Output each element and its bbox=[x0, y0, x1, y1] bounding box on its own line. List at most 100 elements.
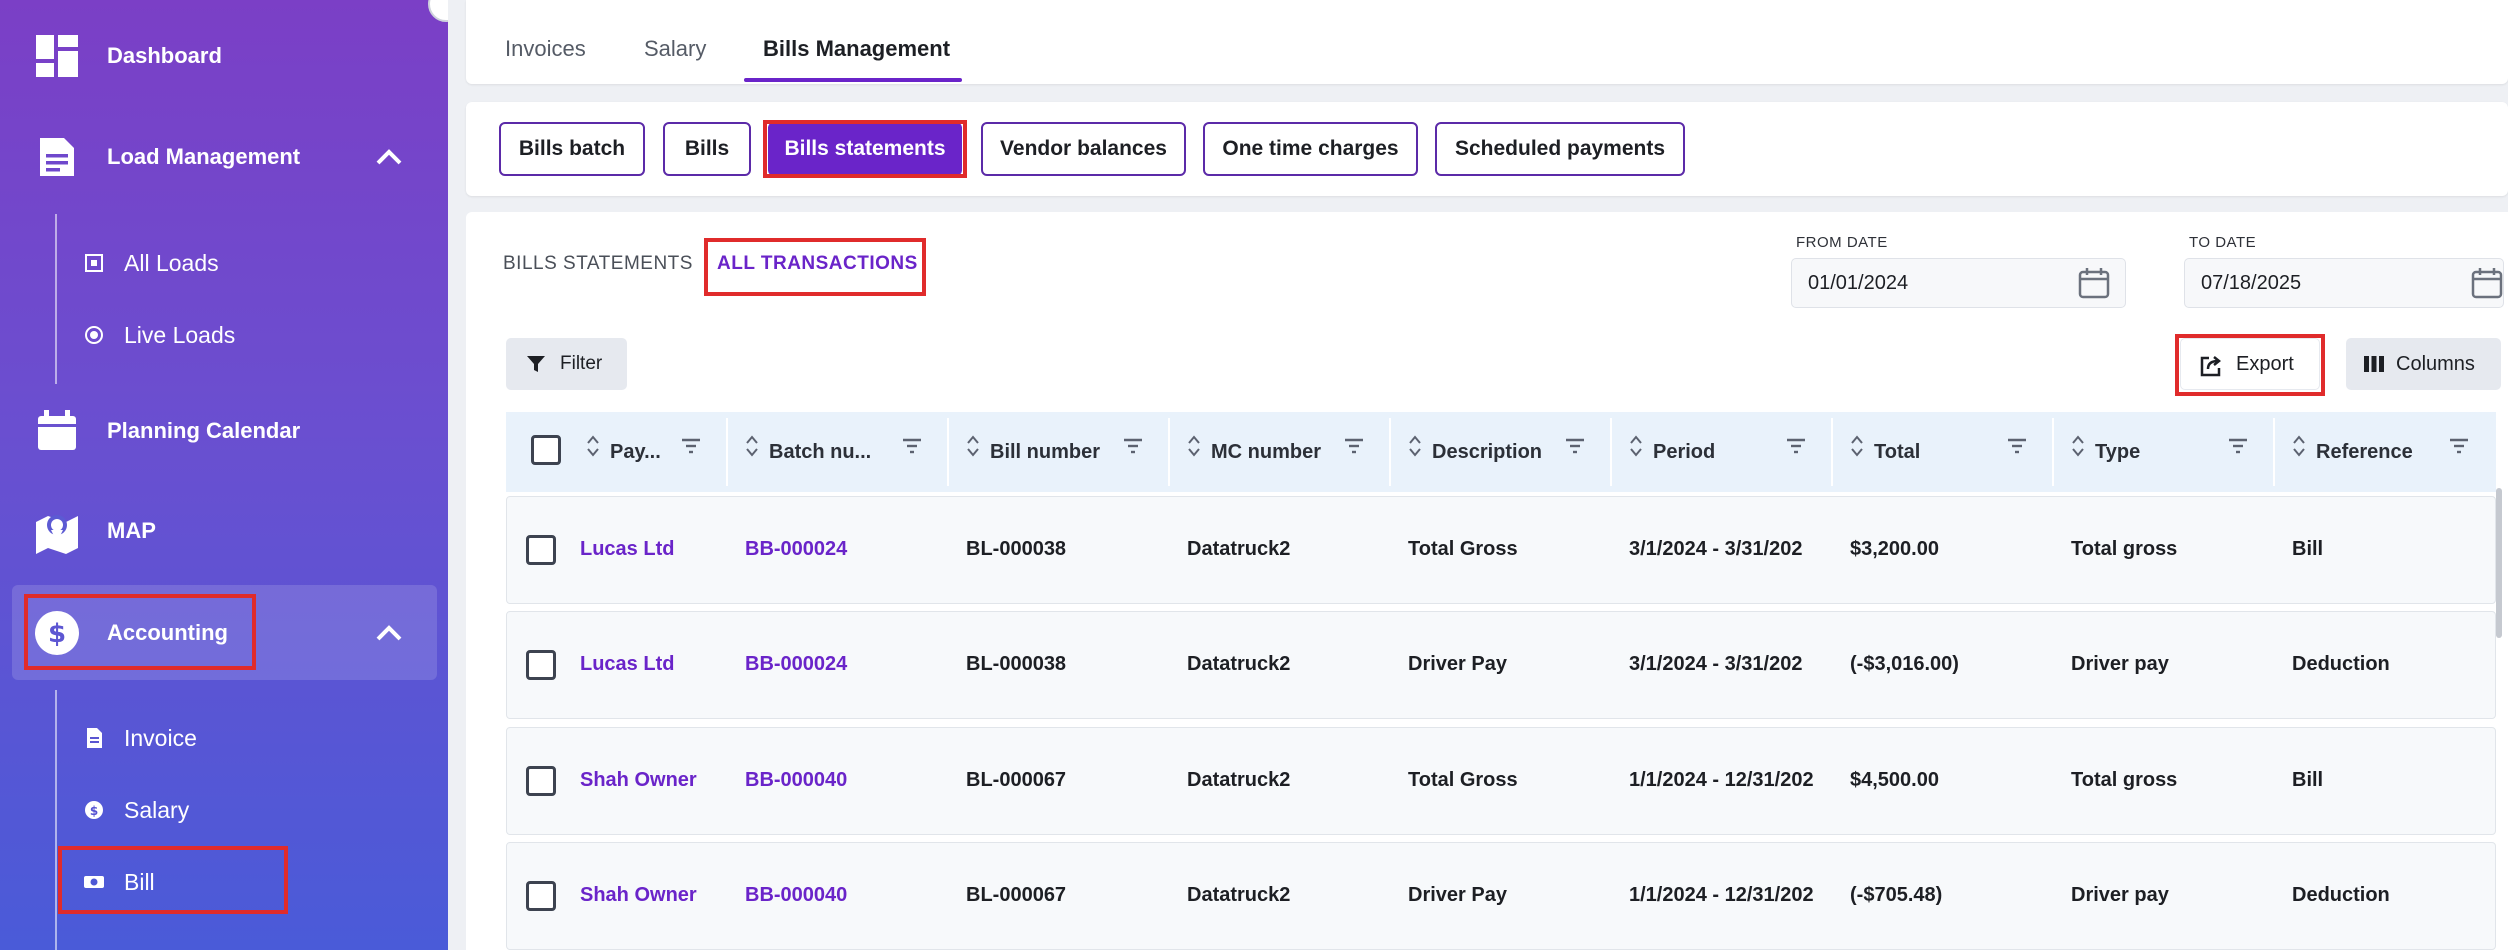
table-cell: Datatruck2 bbox=[1187, 769, 1291, 791]
sidebar-label-dashboard: Dashboard bbox=[107, 43, 222, 68]
sidebar-item-invoice[interactable]: Invoice bbox=[0, 718, 448, 758]
tab-bills-management[interactable]: Bills Management bbox=[763, 36, 950, 62]
sidebar-item-salary[interactable]: $ Salary bbox=[0, 790, 448, 830]
select-all-checkbox[interactable] bbox=[531, 435, 561, 465]
filter-button[interactable]: Filter bbox=[506, 338, 627, 390]
highlight-bills-statements bbox=[763, 120, 967, 178]
sidebar: Dashboard Load Management All Loads Live… bbox=[0, 0, 448, 950]
table-cell: Datatruck2 bbox=[1187, 884, 1291, 906]
sidebar-item-live-loads[interactable]: Live Loads bbox=[0, 315, 448, 355]
column-filter-icon[interactable] bbox=[679, 434, 703, 458]
table-cell-link[interactable]: Lucas Ltd bbox=[580, 538, 730, 561]
column-separator[interactable] bbox=[726, 418, 728, 486]
calendar-icon[interactable] bbox=[2077, 266, 2111, 300]
column-header[interactable]: Total bbox=[1874, 412, 1920, 492]
table-cell: BL-000067 bbox=[966, 884, 1067, 906]
column-separator[interactable] bbox=[1610, 418, 1612, 486]
filter-icon bbox=[527, 356, 545, 372]
column-header[interactable]: Reference bbox=[2316, 412, 2413, 492]
column-filter-icon[interactable] bbox=[2226, 434, 2250, 458]
column-filter-icon[interactable] bbox=[900, 434, 924, 458]
highlight-bill bbox=[58, 846, 288, 914]
map-pin-icon bbox=[34, 508, 80, 554]
row-checkbox[interactable] bbox=[526, 766, 556, 796]
pill-vendor-balances[interactable]: Vendor balances bbox=[981, 122, 1186, 176]
table-cell-link[interactable]: Shah Owner bbox=[580, 769, 730, 792]
table-cell: (-$3,016.00) bbox=[1850, 653, 1959, 675]
table-cell-link[interactable]: Shah Owner bbox=[580, 884, 730, 907]
sidebar-item-dashboard[interactable]: Dashboard bbox=[0, 33, 448, 79]
calendar-icon[interactable] bbox=[2470, 266, 2504, 300]
table-cell: Bill bbox=[2292, 538, 2324, 560]
sidebar-item-all-loads[interactable]: All Loads bbox=[0, 243, 448, 283]
sidebar-item-map[interactable]: MAP bbox=[0, 508, 448, 554]
chevron-up-icon[interactable] bbox=[372, 140, 406, 174]
table-cell-link[interactable]: BB-000040 bbox=[745, 769, 935, 792]
from-date-input[interactable]: 01/01/2024 bbox=[1791, 258, 2126, 308]
live-dot-icon bbox=[82, 323, 106, 347]
table-cell: 1/1/2024 - 12/31/202 bbox=[1629, 769, 1814, 791]
column-filter-icon[interactable] bbox=[1563, 434, 1587, 458]
subtab-bills-statements[interactable]: BILLS STATEMENTS bbox=[503, 253, 693, 275]
sidebar-item-load-management[interactable]: Load Management bbox=[0, 134, 448, 180]
column-header[interactable]: MC number bbox=[1211, 412, 1321, 492]
sidebar-collapse-button[interactable] bbox=[428, 0, 448, 22]
column-separator[interactable] bbox=[1389, 418, 1391, 486]
table-cell: 1/1/2024 - 12/31/202 bbox=[1629, 884, 1814, 906]
columns-icon bbox=[2364, 356, 2384, 372]
column-separator[interactable] bbox=[947, 418, 949, 486]
column-separator[interactable] bbox=[1831, 418, 1833, 486]
sort-icon[interactable] bbox=[1850, 433, 1864, 459]
column-separator[interactable] bbox=[2273, 418, 2275, 486]
table-cell: BL-000067 bbox=[966, 769, 1067, 791]
sort-icon[interactable] bbox=[2292, 433, 2306, 459]
sidebar-label-planning-calendar: Planning Calendar bbox=[107, 418, 301, 443]
table-cell: Total gross bbox=[2071, 769, 2178, 791]
pill-bills-batch[interactable]: Bills batch bbox=[499, 122, 645, 176]
table-cell-link[interactable]: BB-000024 bbox=[745, 653, 935, 676]
row-checkbox[interactable] bbox=[526, 881, 556, 911]
document-icon bbox=[34, 134, 80, 180]
column-filter-icon[interactable] bbox=[2447, 434, 2471, 458]
sidebar-label-salary: Salary bbox=[124, 796, 190, 823]
pill-one-time-charges[interactable]: One time charges bbox=[1203, 122, 1418, 176]
column-header[interactable]: Bill number bbox=[990, 412, 1100, 492]
to-date-input[interactable]: 07/18/2025 bbox=[2184, 258, 2504, 308]
column-filter-icon[interactable] bbox=[2005, 434, 2029, 458]
column-separator[interactable] bbox=[2052, 418, 2054, 486]
tab-salary[interactable]: Salary bbox=[644, 36, 706, 62]
columns-button[interactable]: Columns bbox=[2346, 338, 2501, 390]
pill-bills[interactable]: Bills bbox=[663, 122, 751, 176]
sort-icon[interactable] bbox=[745, 433, 759, 459]
table-cell: Total Gross bbox=[1408, 769, 1518, 791]
table-cell-link[interactable]: BB-000024 bbox=[745, 538, 935, 561]
table-cell-link[interactable]: BB-000040 bbox=[745, 884, 935, 907]
sort-icon[interactable] bbox=[966, 433, 980, 459]
column-filter-icon[interactable] bbox=[1784, 434, 1808, 458]
column-header[interactable]: Period bbox=[1653, 412, 1715, 492]
sort-icon[interactable] bbox=[1408, 433, 1422, 459]
row-checkbox[interactable] bbox=[526, 650, 556, 680]
active-tab-indicator bbox=[744, 78, 962, 82]
tab-invoices[interactable]: Invoices bbox=[505, 36, 586, 62]
table-cell: 3/1/2024 - 3/31/202 bbox=[1629, 538, 1803, 560]
column-header[interactable]: Type bbox=[2095, 412, 2140, 492]
column-filter-icon[interactable] bbox=[1342, 434, 1366, 458]
table-cell: Datatruck2 bbox=[1187, 653, 1291, 675]
column-header[interactable]: Description bbox=[1432, 412, 1542, 492]
pill-scheduled-payments[interactable]: Scheduled payments bbox=[1435, 122, 1685, 176]
row-checkbox[interactable] bbox=[526, 535, 556, 565]
sort-icon[interactable] bbox=[1187, 433, 1201, 459]
sort-icon[interactable] bbox=[586, 433, 600, 459]
sort-icon[interactable] bbox=[1629, 433, 1643, 459]
table-cell: Total gross bbox=[2071, 538, 2178, 560]
table-cell-link[interactable]: Lucas Ltd bbox=[580, 653, 730, 676]
column-separator[interactable] bbox=[1168, 418, 1170, 486]
chevron-up-icon[interactable] bbox=[372, 616, 406, 650]
sort-icon[interactable] bbox=[2071, 433, 2085, 459]
column-header[interactable]: Pay... bbox=[610, 412, 661, 492]
sidebar-item-planning-calendar[interactable]: Planning Calendar bbox=[0, 408, 448, 454]
column-header[interactable]: Batch nu... bbox=[769, 412, 871, 492]
table-scrollbar[interactable] bbox=[2496, 488, 2502, 638]
column-filter-icon[interactable] bbox=[1121, 434, 1145, 458]
